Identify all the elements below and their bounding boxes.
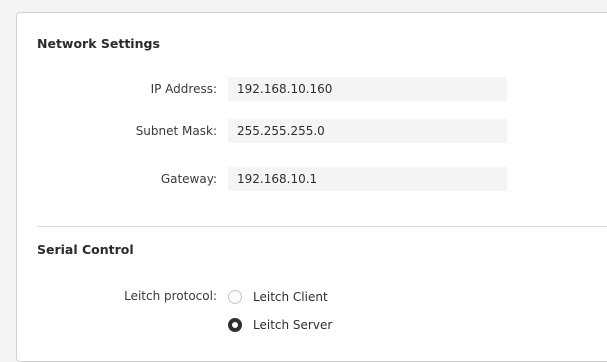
ip-address-field[interactable]: [228, 77, 507, 101]
section-divider: [37, 226, 607, 227]
leitch-client-option[interactable]: Leitch Client: [228, 288, 328, 306]
leitch-client-label: Leitch Client: [253, 290, 328, 304]
leitch-server-radio[interactable]: [228, 318, 242, 332]
leitch-server-label: Leitch Server: [253, 318, 333, 332]
network-settings-title: Network Settings: [37, 36, 160, 51]
ip-address-label: IP Address:: [150, 82, 217, 96]
settings-panel: Network Settings IP Address: Subnet Mask…: [16, 12, 607, 362]
leitch-protocol-label: Leitch protocol:: [124, 289, 217, 303]
gateway-field[interactable]: [228, 167, 507, 191]
serial-control-title: Serial Control: [37, 242, 134, 257]
gateway-label: Gateway:: [160, 172, 217, 186]
subnet-mask-field[interactable]: [228, 119, 507, 143]
leitch-client-radio[interactable]: [228, 290, 242, 304]
subnet-mask-label: Subnet Mask:: [135, 124, 217, 138]
leitch-server-option[interactable]: Leitch Server: [228, 316, 332, 334]
